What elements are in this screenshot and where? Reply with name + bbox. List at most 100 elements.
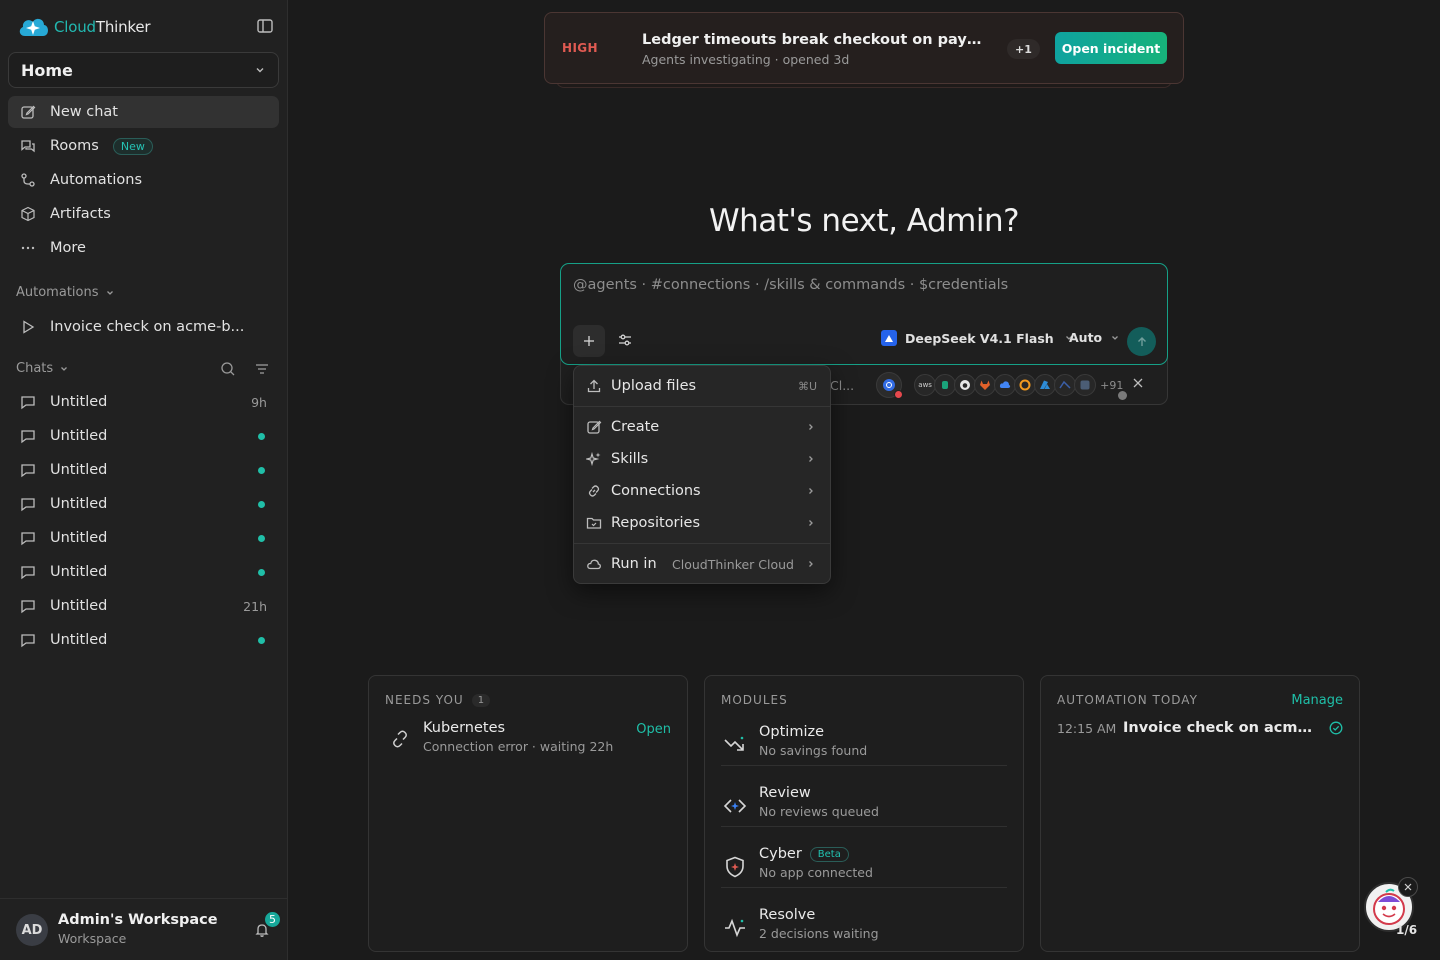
- attach-menu-button[interactable]: [573, 325, 605, 357]
- chat-time: 9h: [251, 394, 267, 410]
- send-button[interactable]: [1127, 327, 1156, 356]
- menu-repositories[interactable]: Repositories: [574, 508, 830, 538]
- connection-status-ring[interactable]: [876, 372, 904, 399]
- connections-truncated-label: Cl...: [830, 377, 855, 393]
- chat-list-item[interactable]: Untitled 21h: [8, 589, 279, 623]
- module-subtitle: No reviews queued: [759, 804, 879, 819]
- menu-skills[interactable]: Skills: [574, 444, 830, 474]
- module-resolve[interactable]: Resolve 2 decisions waiting: [721, 897, 1007, 957]
- beta-badge: Beta: [809, 846, 849, 862]
- module-subtitle: No savings found: [759, 743, 868, 758]
- close-icon[interactable]: [1398, 877, 1418, 897]
- chats-section-toggle[interactable]: Chats: [16, 361, 69, 376]
- automation-time: 12:15 AM: [1057, 720, 1117, 736]
- chat-composer[interactable]: @agents · #connections · /skills & comma…: [560, 263, 1168, 365]
- chevron-down-icon: [106, 290, 113, 295]
- model-select[interactable]: DeepSeek V4.1 Flash: [881, 330, 1074, 346]
- module-title: Optimize: [759, 724, 825, 740]
- message-icon: [21, 634, 35, 648]
- azure-icon: [1034, 374, 1057, 396]
- chat-title: Untitled: [50, 394, 108, 410]
- nav-automations[interactable]: Automations: [8, 164, 279, 196]
- nav-artifacts[interactable]: Artifacts: [8, 198, 279, 230]
- manage-link[interactable]: Manage: [1291, 693, 1343, 708]
- brand[interactable]: CloudThinker: [16, 14, 151, 40]
- settings-sliders-icon[interactable]: [617, 332, 633, 348]
- notification-count-badge: 5: [263, 910, 282, 929]
- run-in-value: CloudThinker Cloud: [672, 556, 794, 572]
- unread-dot: [258, 500, 265, 508]
- menu-label: Create: [611, 419, 660, 435]
- chat-list-item[interactable]: Untitled: [8, 453, 279, 487]
- open-incident-button[interactable]: Open incident: [1055, 32, 1167, 64]
- sidebar-toggle-icon[interactable]: [256, 17, 274, 35]
- plus-icon: [584, 336, 594, 346]
- mode-select[interactable]: Auto: [1069, 330, 1120, 345]
- model-name: DeepSeek V4.1 Flash: [905, 330, 1054, 346]
- chat-list-item[interactable]: Untitled: [8, 555, 279, 589]
- menu-label: Repositories: [611, 515, 701, 531]
- integration-icon: [1074, 374, 1097, 396]
- chat-title: Untitled: [50, 598, 108, 614]
- chats-tools: [220, 361, 270, 377]
- nav-rooms[interactable]: Rooms New: [8, 130, 279, 162]
- chat-list-item[interactable]: Untitled: [8, 419, 279, 453]
- folder-git-icon: [586, 517, 602, 529]
- menu-upload-files[interactable]: Upload files ⌘U: [574, 371, 830, 401]
- menu-run-in[interactable]: Run in CloudThinker Cloud: [574, 549, 830, 579]
- main-nav: New chat Rooms New Automations Artifacts…: [8, 96, 279, 266]
- monitoring-icon: [1054, 374, 1077, 396]
- incident-subtitle: Agents investigating · opened 3d: [642, 52, 850, 67]
- chevron-down-icon: [61, 366, 68, 371]
- chat-list-item[interactable]: Untitled: [8, 521, 279, 555]
- error-dot: [894, 390, 904, 399]
- menu-label: Connections: [611, 483, 701, 499]
- automations-section-toggle[interactable]: Automations: [16, 285, 115, 300]
- menu-divider: [574, 406, 830, 407]
- incident-banner[interactable]: HIGH Ledger timeouts break checkout on p…: [544, 12, 1184, 84]
- incident-title: Ledger timeouts break checkout on paymen…: [642, 32, 992, 48]
- menu-connections[interactable]: Connections: [574, 476, 830, 506]
- page-title: What's next, Admin?: [708, 203, 1020, 239]
- close-icon[interactable]: [1132, 377, 1144, 389]
- aws-icon: aws: [914, 374, 937, 396]
- menu-label: Skills: [611, 451, 649, 467]
- nav-more[interactable]: More: [8, 232, 279, 264]
- message-icon: [21, 464, 35, 478]
- brand-name-part1: Cloud: [54, 18, 96, 36]
- chat-list-item[interactable]: Untitled: [8, 487, 279, 521]
- chevron-right-icon: [809, 456, 813, 462]
- module-title: Review: [759, 785, 811, 801]
- chat-title: Untitled: [50, 496, 108, 512]
- search-icon[interactable]: [220, 361, 236, 377]
- chat-list-item[interactable]: Untitled 9h: [8, 385, 279, 419]
- sidebar-automation-item[interactable]: Invoice check on acme-b...: [8, 312, 279, 342]
- incident-extra-count[interactable]: +1: [1007, 39, 1040, 59]
- menu-create[interactable]: Create: [574, 412, 830, 442]
- open-link[interactable]: Open: [636, 722, 671, 737]
- mode-value: Auto: [1069, 330, 1103, 345]
- keyboard-shortcut: ⌘U: [797, 379, 817, 393]
- needs-you-item[interactable]: Kubernetes Connection error · waiting 22…: [385, 720, 671, 756]
- workspace-footer[interactable]: AD Admin's Workspace Workspace 5: [0, 898, 288, 960]
- nav-new-chat[interactable]: New chat: [8, 96, 279, 128]
- needs-you-heading: NEEDS YOU: [385, 693, 464, 707]
- onboarding-progress: 1/6: [1396, 923, 1418, 937]
- card-title: MODULES: [721, 693, 788, 707]
- message-icon: [21, 498, 35, 512]
- card-title: AUTOMATION TODAY: [1057, 693, 1198, 707]
- nav-label: More: [50, 240, 86, 256]
- filter-icon[interactable]: [254, 361, 270, 377]
- nav-label: Rooms: [50, 138, 99, 154]
- chat-title: Untitled: [50, 428, 108, 444]
- workspace-select[interactable]: Home: [8, 52, 279, 88]
- module-divider: [721, 826, 1007, 827]
- composer-input[interactable]: @agents · #connections · /skills & comma…: [573, 277, 1008, 293]
- avatar[interactable]: AD: [16, 914, 48, 946]
- module-title: Resolve: [759, 907, 816, 923]
- attach-menu: Upload files ⌘U Create Skills Connection…: [573, 365, 831, 584]
- severity-label: HIGH: [562, 41, 599, 55]
- chat-list-item[interactable]: Untitled: [8, 623, 279, 657]
- connection-icons[interactable]: aws +91: [914, 374, 1128, 400]
- automation-run-row[interactable]: 12:15 AM Invoice check on acme-b...: [1057, 718, 1343, 738]
